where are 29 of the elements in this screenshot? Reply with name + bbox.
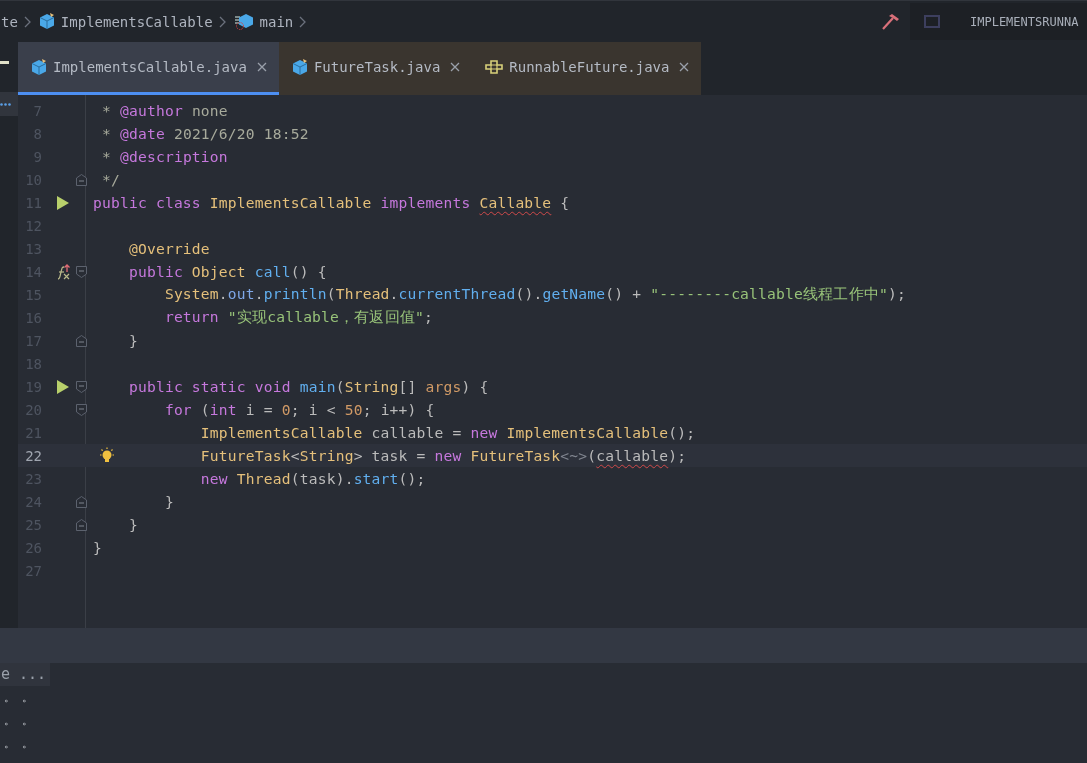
code-line: @Override: [128, 240, 210, 257]
breadcrumb[interactable]: main: [259, 13, 294, 30]
code-line: }: [128, 516, 138, 533]
editor-tab[interactable]: FutureTask.java: [278, 42, 473, 95]
output-line: 。 。: [3, 713, 34, 729]
output-line: 。 。: [3, 736, 34, 752]
code-line: * @date 2021/6/20 18:52: [102, 125, 309, 142]
breadcrumb[interactable]: ImplementsCallable: [60, 13, 213, 30]
code-line: * @description: [102, 148, 228, 165]
code-line: return "实现callable，有返回值";: [164, 308, 434, 327]
breadcrumb[interactable]: te: [1, 13, 18, 30]
code-line: */: [102, 171, 120, 188]
code-line: }: [128, 332, 138, 349]
output-line: 。 。: [3, 690, 34, 706]
code-line: }: [164, 493, 174, 510]
editor-tab[interactable]: ImplementsCallable.java: [18, 42, 279, 95]
code-line: System.out.println(Thread.currentThread().getName() + "--------callable线程工作中");: [164, 285, 906, 304]
editor-tab[interactable]: RunnableFuture.java: [472, 42, 702, 95]
line-number: 22: [24, 447, 42, 464]
code-line: ImplementsCallable callable = new ImplementsCallable();: [200, 424, 696, 441]
panel-tab[interactable]: e ...: [0, 663, 51, 686]
code-line: public static void main(String[] args) {: [128, 378, 489, 395]
code-line: }: [93, 539, 102, 556]
code-line: new Thread(task).start();: [200, 470, 426, 487]
code-line: * @author none: [102, 102, 228, 119]
code-line: public Object call() {: [128, 263, 327, 280]
code-line: for (int i = 0; i < 50; i++) {: [164, 401, 435, 418]
code-line: FutureTask<String> task = new FutureTask<~>(callable);: [200, 447, 687, 464]
code-line: public class ImplementsCallable implements Callable {: [93, 194, 570, 211]
